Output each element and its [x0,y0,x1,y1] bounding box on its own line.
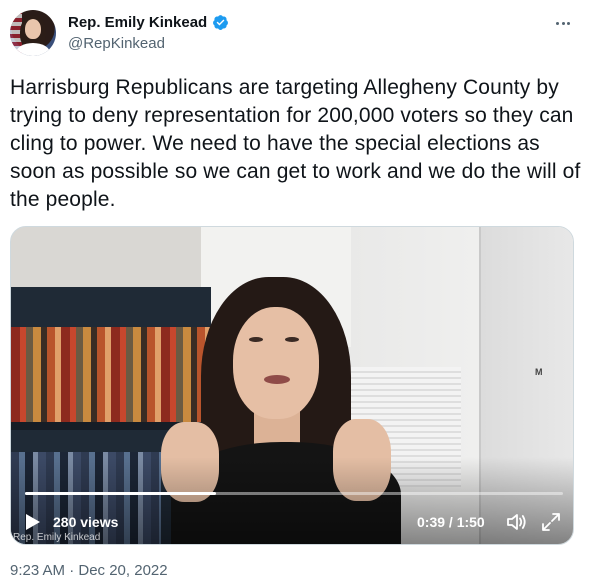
tweet-text: Harrisburg Republicans are targeting All… [10,76,581,211]
door-mark: M [535,367,543,377]
play-icon[interactable] [23,511,43,533]
video-player[interactable]: M 280 views Rep. Emily Kinkead 0:39 / 1:… [10,226,574,545]
person-face [233,307,319,419]
avatar[interactable] [10,10,56,56]
video-progress-fill [25,492,216,495]
person-mouth [264,375,290,384]
tweet-timestamp[interactable]: 9:23 AM · Dec 20, 2022 [10,562,168,579]
person-eye [249,337,263,342]
tweet: Rep. Emily Kinkead @RepKinkead Harrisbur… [0,0,591,587]
more-dot [566,21,570,25]
video-time: 0:39 / 1:50 [417,514,485,530]
fullscreen-icon[interactable] [541,512,561,532]
author-handle[interactable]: @RepKinkead [68,35,165,52]
avatar-shirt [16,43,50,56]
author-name-row: Rep. Emily Kinkead [68,14,229,31]
more-dot [561,21,565,25]
fullscreen-glyph [542,513,560,531]
author-display-name[interactable]: Rep. Emily Kinkead [68,14,207,31]
scene-books-top [11,327,211,422]
verified-badge-icon [213,15,229,30]
more-dot [556,21,560,25]
volume-icon[interactable] [506,512,528,532]
video-progress-bar[interactable] [25,492,563,495]
person-eye [285,337,299,342]
volume-glyph [507,514,526,530]
video-watermark: Rep. Emily Kinkead [13,532,101,543]
avatar-face [25,19,41,39]
more-options-icon[interactable] [551,13,575,33]
video-views: 280 views [53,514,119,530]
play-glyph [26,514,40,530]
